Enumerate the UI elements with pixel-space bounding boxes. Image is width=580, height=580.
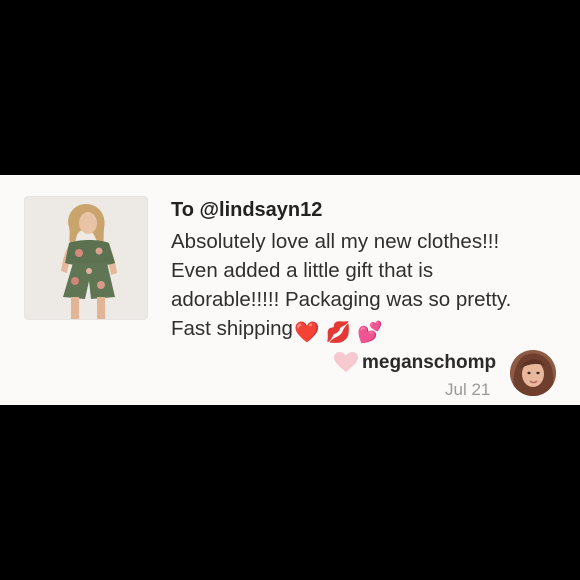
review-text: Absolutely love all my new clothes!!! Ev… [171,227,566,347]
screen: To @lindsayn12 Absolutely love all my ne… [0,0,580,580]
heart-icon-shape [334,352,358,372]
red-heart-emoji: ❤️ [293,321,320,344]
recipient-handle[interactable]: To @lindsayn12 [171,199,322,222]
emoji-group: ❤️ 💋 💕 [294,318,389,347]
review-line-last: Fast shipping❤️ 💋 💕 [171,314,566,347]
avatar-illustration [510,350,556,396]
review-line: adorable!!!!! Packaging was so pretty. [171,288,512,311]
kiss-mark-emoji: 💋 [325,321,351,344]
comment-card: To @lindsayn12 Absolutely love all my ne… [0,175,580,405]
product-thumbnail[interactable] [24,196,148,320]
user-avatar[interactable] [510,350,556,396]
review-line: Absolutely love all my new clothes!!! [171,230,500,253]
two-hearts-emoji: 💕 [357,321,383,344]
heart-icon[interactable] [333,351,359,373]
product-photo-illustration [25,197,147,319]
reviewer-username[interactable]: meganschomp [362,352,496,374]
review-date: Jul 21 [445,380,491,399]
review-line-text: Fast shipping [171,317,293,340]
review-line: Even added a little gift that is [171,259,434,282]
